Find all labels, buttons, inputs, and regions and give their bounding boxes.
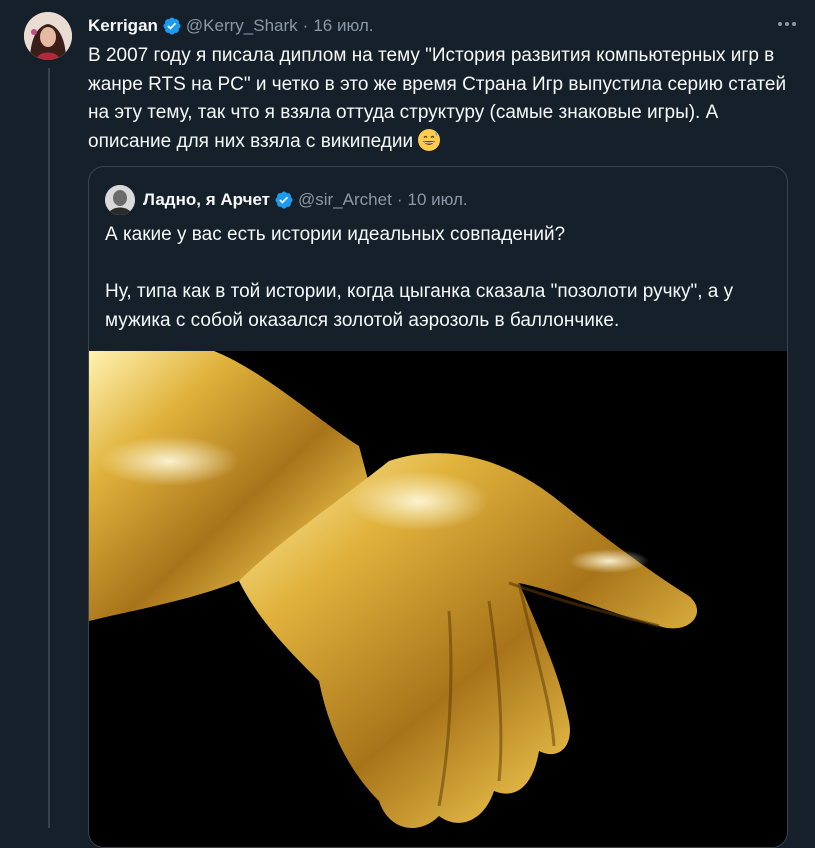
verified-badge-icon [274, 190, 294, 210]
author-handle[interactable]: @Kerry_Shark [186, 16, 298, 36]
tweet-header: Kerrigan @Kerry_Shark · 16 июл. [88, 14, 795, 38]
golden-hand-image[interactable] [89, 351, 787, 847]
avatar[interactable] [24, 12, 72, 60]
tweet-date[interactable]: 16 июл. [313, 16, 373, 36]
separator-dot: · [302, 16, 309, 35]
more-dots-icon[interactable] [773, 12, 801, 36]
separator-dot: · [396, 190, 403, 209]
grinning-sweat-emoji [417, 128, 441, 162]
quoted-header: Ладно, я Арчет @sir_Archet · 10 июл. [105, 185, 468, 215]
verified-badge-icon [162, 16, 182, 36]
quoted-author-handle[interactable]: @sir_Archet [298, 190, 392, 210]
quoted-tweet[interactable]: Ладно, я Арчет @sir_Archet · 10 июл. А к… [88, 166, 788, 848]
thread-line [48, 68, 50, 828]
quoted-author-name[interactable]: Ладно, я Арчет [143, 190, 270, 210]
tweet-text: В 2007 году я писала диплом на тему "Ист… [88, 42, 794, 161]
author-name[interactable]: Kerrigan [88, 16, 158, 36]
quoted-avatar[interactable] [105, 185, 135, 215]
quoted-date[interactable]: 10 июл. [407, 190, 467, 210]
quoted-text: А какие у вас есть истории идеальных сов… [105, 224, 734, 331]
